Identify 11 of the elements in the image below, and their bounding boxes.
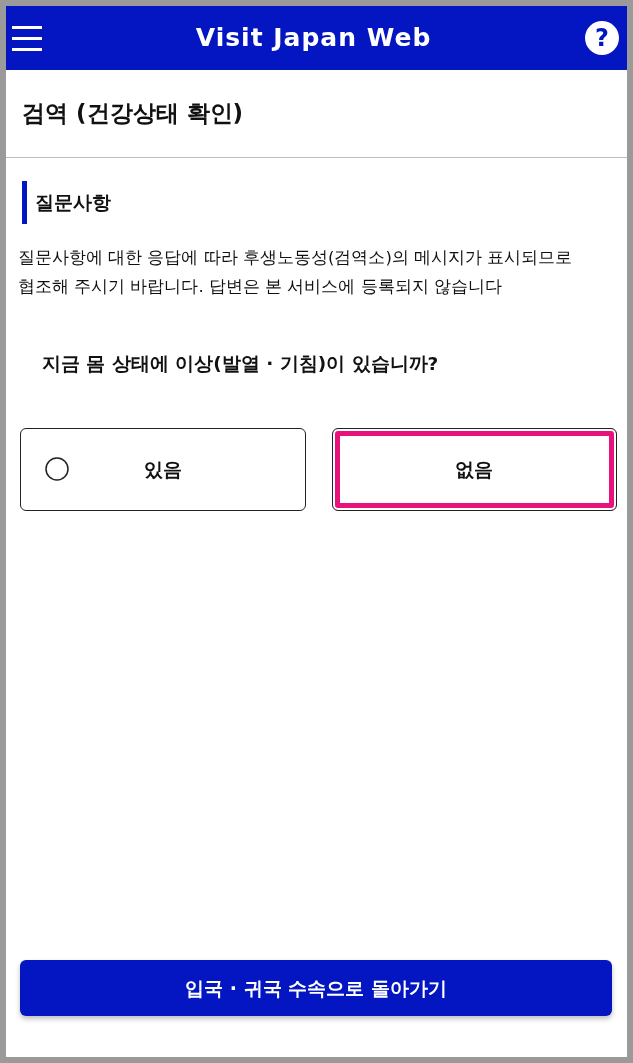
back-button[interactable]: 입국 · 귀국 수속으로 돌아가기 [20,960,612,1016]
page-title: 검역 (건강상태 확인) [22,99,244,128]
description-text: 질문사항에 대한 응답에 따라 후생노동성(검역소)의 메시지가 표시되므로 협조해 주시기 바랍니다. 답변은 본 서비스에 등록되지 않습니다 [18,247,574,298]
radio-icon[interactable] [45,457,69,482]
menu-icon[interactable] [12,25,42,51]
question-text: 지금 몸 상태에 이상(발열 · 기침)이 있습니까? [42,352,440,376]
section-heading: 질문사항 [22,181,111,224]
app-title: Visit Japan Web [195,22,432,55]
help-button[interactable]: ? [585,21,619,55]
answer-option[interactable]: 있음 [20,427,306,511]
answer-option[interactable]: 없음 [331,427,617,511]
